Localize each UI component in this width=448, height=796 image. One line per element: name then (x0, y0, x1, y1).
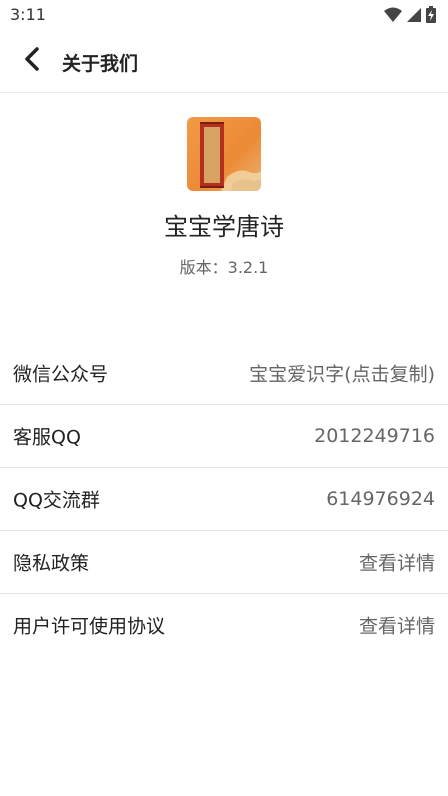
qq-group-row[interactable]: QQ交流群 614976924 (0, 468, 448, 531)
user-agreement-row[interactable]: 用户许可使用协议 查看详情 (0, 594, 448, 656)
app-name: 宝宝学唐诗 (164, 213, 284, 241)
view-details-link[interactable]: 查看详情 (359, 612, 435, 639)
back-button[interactable] (14, 43, 50, 79)
status-bar: 3:11 (0, 0, 448, 30)
cellular-signal-icon (406, 7, 422, 27)
view-details-link[interactable]: 查看详情 (359, 549, 435, 576)
wifi-icon (384, 7, 402, 27)
status-icons (384, 6, 436, 27)
row-value[interactable]: 宝宝爱识字(点击复制) (249, 360, 435, 387)
row-value: 614976924 (326, 488, 435, 510)
row-label: QQ交流群 (13, 489, 100, 512)
row-label: 用户许可使用协议 (13, 615, 166, 638)
status-time: 3:11 (10, 5, 46, 24)
app-logo (187, 117, 261, 191)
row-label: 隐私政策 (13, 552, 90, 575)
about-header: 宝宝学唐诗 版本：3.2.1 (0, 117, 448, 278)
info-list: 微信公众号 宝宝爱识字(点击复制) 客服QQ 2012249716 QQ交流群 … (0, 342, 448, 656)
privacy-policy-row[interactable]: 隐私政策 查看详情 (0, 531, 448, 594)
battery-charging-icon (426, 6, 436, 27)
wechat-account-row[interactable]: 微信公众号 宝宝爱识字(点击复制) (0, 342, 448, 405)
app-version: 版本：3.2.1 (179, 258, 269, 277)
row-label: 微信公众号 (13, 363, 109, 386)
app-bar: 关于我们 (0, 30, 448, 93)
page-title: 关于我们 (62, 53, 139, 75)
row-label: 客服QQ (13, 426, 81, 449)
chevron-left-icon (22, 46, 42, 76)
row-value: 2012249716 (314, 425, 435, 447)
customer-qq-row[interactable]: 客服QQ 2012249716 (0, 405, 448, 468)
